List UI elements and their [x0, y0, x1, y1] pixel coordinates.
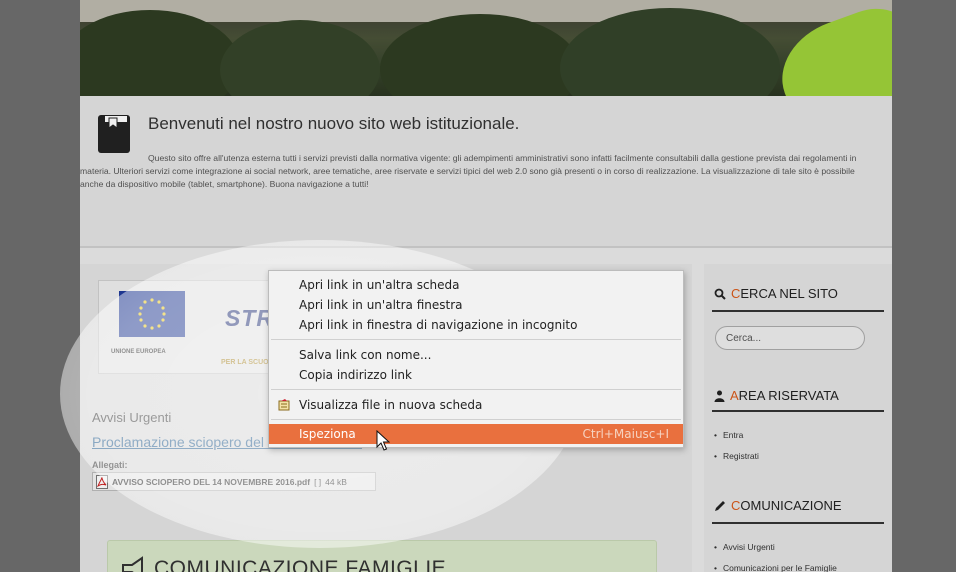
- avvisi-urgenti-link[interactable]: Avvisi Urgenti: [714, 542, 837, 552]
- book-icon: [98, 115, 130, 153]
- search-heading: CERCA NEL SITO: [714, 286, 838, 301]
- menu-view-file[interactable]: Visualizza file in nuova scheda: [269, 395, 683, 415]
- avvisi-title: Avvisi Urgenti: [92, 410, 172, 425]
- attachments-label: Allegati:: [92, 460, 128, 470]
- attachment-size: 44 kB: [325, 476, 347, 487]
- area-riservata-heading: AREA RISERVATA: [714, 388, 839, 403]
- pdf-icon: [96, 474, 108, 489]
- menu-save-link[interactable]: Salva link con nome...: [269, 345, 683, 365]
- welcome-section: Benvenuti nel nostro nuovo sito web isti…: [80, 96, 892, 248]
- attachment-item[interactable]: AVVISO SCIOPERO DEL 14 NOVEMBRE 2016.pdf…: [92, 472, 376, 491]
- menu-open-new-window[interactable]: Apri link in un'altra finestra: [269, 295, 683, 315]
- menu-inspect-shortcut: Ctrl+Maiusc+I: [582, 427, 670, 441]
- context-menu: Apri link in un'altra scheda Apri link i…: [268, 270, 684, 448]
- login-link[interactable]: Entra: [714, 430, 759, 440]
- comunicazione-famiglie-box[interactable]: COMUNICAZIONE FAMIGLIE: [107, 540, 657, 572]
- area-riservata-list: Entra Registrati: [714, 430, 759, 472]
- extension-icon: [278, 399, 290, 411]
- menu-view-file-label: Visualizza file in nuova scheda: [299, 398, 483, 412]
- comunicazione-famiglie-title: COMUNICAZIONE FAMIGLIE: [154, 557, 447, 572]
- comunicazioni-famiglie-link[interactable]: Comunicazioni per le Famiglie: [714, 563, 837, 572]
- search-input[interactable]: Cerca...: [715, 326, 865, 350]
- mouse-cursor-icon: [376, 430, 390, 451]
- menu-inspect[interactable]: Ispeziona Ctrl+Maiusc+I: [269, 424, 683, 444]
- header-photo: [80, 0, 892, 96]
- menu-copy-link[interactable]: Copia indirizzo link: [269, 365, 683, 385]
- pencil-icon: [715, 500, 725, 511]
- menu-open-new-tab[interactable]: Apri link in un'altra scheda: [269, 275, 683, 295]
- register-link[interactable]: Registrati: [714, 451, 759, 461]
- comunicazione-heading: COMUNICAZIONE: [714, 498, 842, 513]
- search-icon: [714, 288, 726, 300]
- user-icon: [714, 390, 725, 402]
- menu-open-incognito[interactable]: Apri link in finestra di navigazione in …: [269, 315, 683, 335]
- welcome-title: Benvenuti nel nostro nuovo sito web isti…: [148, 114, 520, 133]
- menu-inspect-label: Ispeziona: [299, 427, 356, 441]
- sidebar: CERCA NEL SITO Cerca... AREA RISERVATA E…: [704, 264, 892, 572]
- comunicazione-list: Avvisi Urgenti Comunicazioni per le Fami…: [714, 542, 837, 572]
- eu-flag-icon: [119, 291, 185, 337]
- attachment-name[interactable]: AVVISO SCIOPERO DEL 14 NOVEMBRE 2016.pdf: [112, 477, 310, 487]
- eu-label: UNIONE EUROPEA: [111, 349, 166, 355]
- welcome-text: Questo sito offre all'utenza esterna tut…: [80, 153, 857, 189]
- megaphone-icon: [122, 556, 143, 572]
- attachment-brackets: [ ]: [314, 476, 322, 487]
